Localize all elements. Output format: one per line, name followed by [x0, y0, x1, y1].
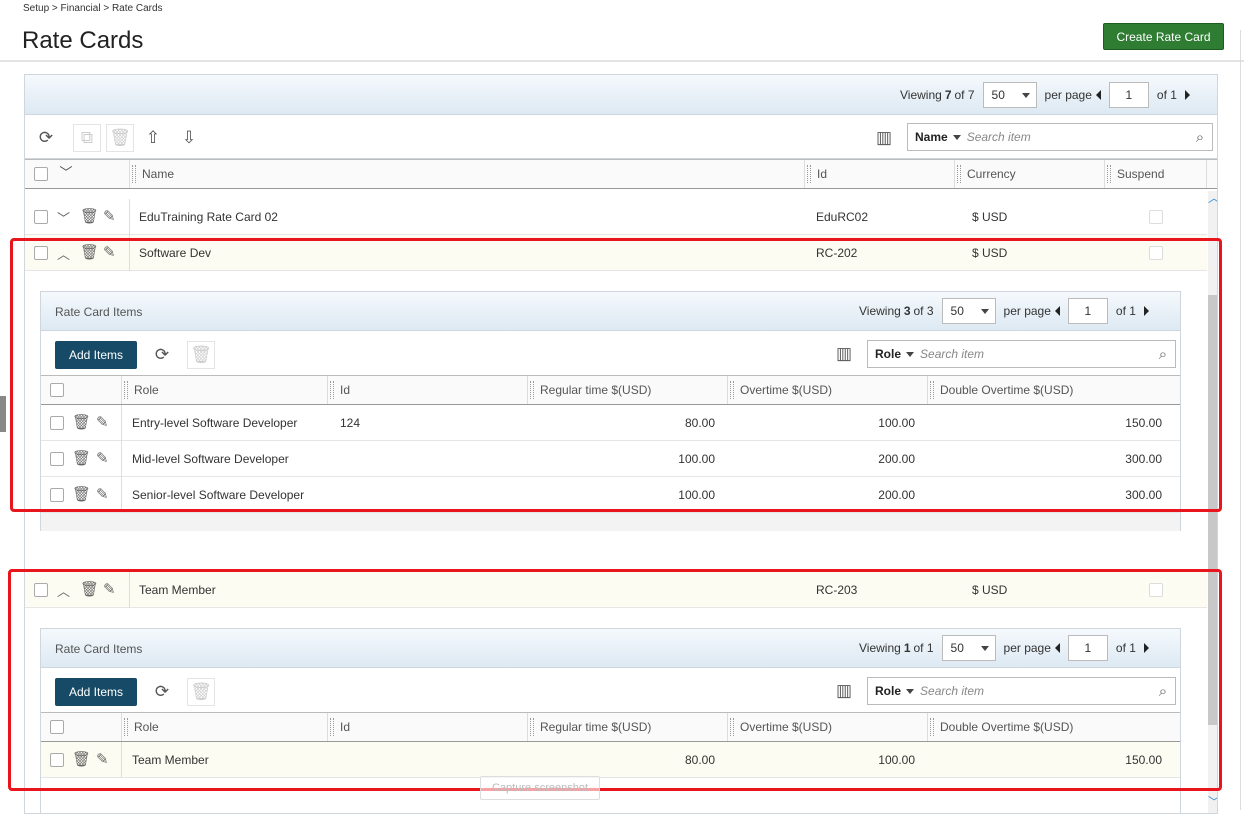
page-input[interactable]: 1 — [1108, 82, 1149, 108]
search-field-label: Name — [915, 130, 948, 144]
column-suspend-label: Suspend — [1117, 167, 1165, 181]
search-field-select[interactable]: Name — [908, 130, 967, 144]
trash-icon[interactable]: 🗑 — [80, 207, 99, 225]
column-currency[interactable]: Currency — [954, 160, 1104, 188]
pager-viewing-count: 7 — [944, 88, 952, 102]
search-input[interactable]: Search item — [967, 130, 1188, 144]
suspend-checkbox[interactable] — [1149, 210, 1163, 224]
search-box[interactable]: Name Search item ⌕ — [907, 123, 1213, 151]
scroll-down-icon[interactable]: ﹀ — [1208, 793, 1217, 810]
column-id-label: Id — [817, 167, 828, 181]
highlight-box — [8, 569, 1222, 791]
chevron-down-icon[interactable]: ﹀ — [57, 208, 70, 227]
per-page-select[interactable]: 50 — [982, 82, 1037, 108]
grip-icon[interactable] — [807, 165, 811, 183]
grip-icon[interactable] — [1107, 165, 1111, 183]
side-panel-handle[interactable] — [0, 396, 6, 432]
per-page-value: 50 — [991, 88, 1005, 102]
divider — [129, 199, 130, 235]
select-all-checkbox[interactable] — [34, 167, 48, 181]
refresh-icon[interactable]: ⟳ — [35, 128, 57, 148]
page-edge — [1240, 30, 1241, 810]
scroll-up-icon[interactable]: ︿ — [1208, 189, 1217, 206]
highlight-box — [10, 238, 1222, 512]
page-title: Rate Cards — [22, 27, 144, 54]
grip-icon[interactable] — [132, 165, 136, 183]
export-icon[interactable]: ⇧ — [142, 128, 164, 148]
import-icon[interactable]: ⇩ — [178, 128, 200, 148]
create-rate-card-button[interactable]: Create Rate Card — [1103, 23, 1224, 50]
expand-all-icon[interactable]: ﹀ — [55, 163, 77, 183]
grid-toolbar: ⟳ ⧉ 🗑 ⇧ ⇩ ▥ Name Search item ⌕ — [25, 115, 1217, 159]
row-name: EduTraining Rate Card 02 — [139, 210, 278, 224]
prev-page-icon[interactable] — [1095, 90, 1101, 100]
column-name[interactable]: Name — [129, 160, 804, 188]
column-suspend[interactable]: Suspend — [1104, 160, 1207, 188]
row-checkbox[interactable] — [34, 210, 48, 224]
column-name-label: Name — [142, 167, 175, 181]
grid-header: ﹀ Name Id Currency Suspend — [25, 159, 1217, 189]
pager-viewing-label: Viewing — [900, 88, 942, 102]
page-of: of 1 — [1156, 88, 1177, 102]
search-icon[interactable]: ⌕ — [1188, 129, 1212, 146]
pencil-icon[interactable]: ✎ — [103, 207, 116, 225]
chevron-down-icon — [1021, 92, 1030, 98]
per-page-label: per page — [1044, 88, 1092, 102]
row-currency: $ USD — [972, 210, 1008, 224]
grip-icon[interactable] — [957, 165, 961, 183]
column-currency-label: Currency — [967, 167, 1016, 181]
capture-screenshot-button[interactable]: Capture screenshot — [480, 776, 600, 800]
sub-grid-footer — [41, 513, 1180, 531]
pager-total: of 7 — [954, 88, 975, 102]
pager: Viewing 7 of 7 50 per page 1 of 1 — [900, 81, 1190, 109]
header-divider — [0, 60, 1244, 62]
column-id[interactable]: Id — [804, 160, 954, 188]
table-row[interactable]: ﹀ 🗑 ✎ EduTraining Rate Card 02 EduRC02 $… — [25, 199, 1207, 235]
copy-icon: ⧉ — [73, 124, 101, 152]
chevron-down-icon — [952, 134, 961, 140]
columns-icon[interactable]: ▥ — [873, 128, 895, 148]
delete-icon: 🗑 — [106, 124, 134, 152]
row-id: EduRC02 — [816, 210, 869, 224]
pager-bar: Viewing 7 of 7 50 per page 1 of 1 — [25, 75, 1217, 115]
breadcrumb[interactable]: Setup > Financial > Rate Cards — [23, 3, 163, 14]
next-page-icon[interactable] — [1184, 90, 1190, 100]
